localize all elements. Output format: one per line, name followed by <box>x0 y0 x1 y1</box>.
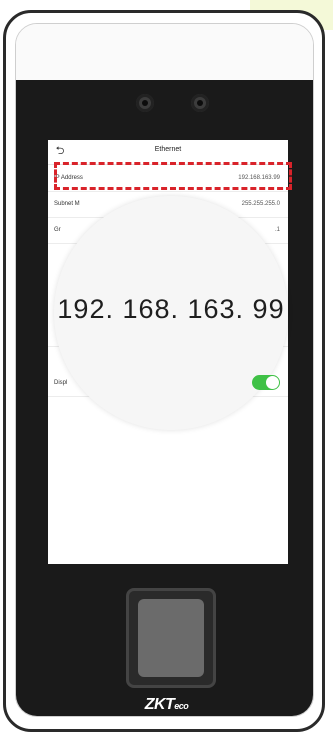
ip-address-highlight <box>54 162 292 190</box>
screen-title: Ethernet <box>154 146 182 153</box>
fingerprint-sensor-frame <box>126 588 216 688</box>
right-camera-icon <box>191 94 209 112</box>
logo-sub: eco <box>174 701 189 711</box>
magnified-ip-address: 192. 168. 163. 99 <box>57 294 285 324</box>
gateway-label: Gr <box>54 227 61 233</box>
toggle-knob <box>266 376 279 389</box>
subnet-mask-label: Subnet M <box>54 201 80 207</box>
subnet-mask-value: 255.255.255.0 <box>241 201 280 207</box>
brand-logo: ZKTeco <box>0 696 333 714</box>
gateway-value: .1 <box>274 227 280 233</box>
logo-main: ZKT <box>144 696 175 713</box>
magnifier-lens: 192. 168. 163. 99 <box>54 196 288 430</box>
device-top-cap <box>16 24 313 80</box>
left-camera-icon <box>136 94 154 112</box>
display-toggle[interactable] <box>252 375 280 390</box>
display-label: Displ <box>54 380 68 386</box>
fingerprint-sensor-icon <box>138 599 204 677</box>
